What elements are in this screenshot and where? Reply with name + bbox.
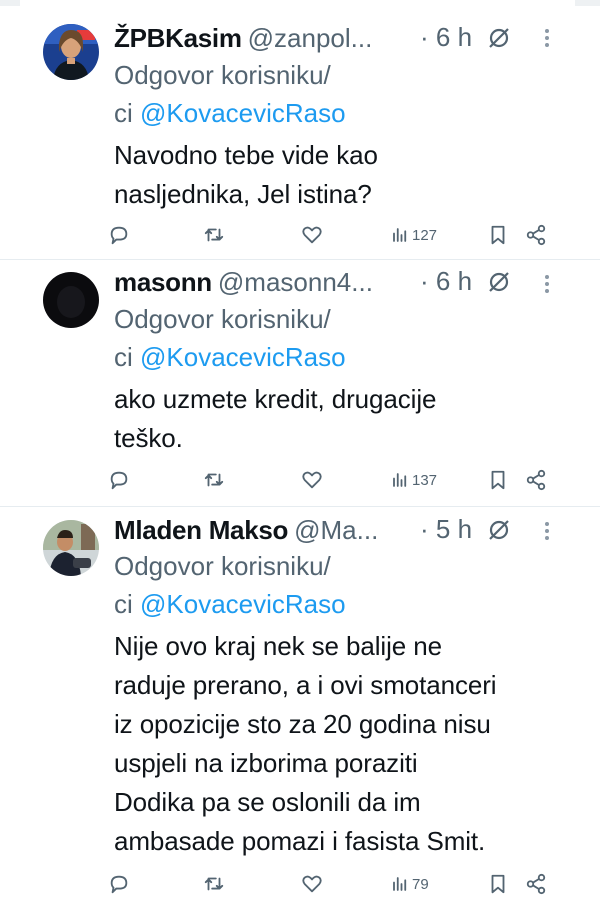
- tweet-3[interactable]: Mladen Makso @Ma... · 5 h Odgovor korisn…: [0, 507, 600, 900]
- bookmark-button[interactable]: [487, 869, 509, 899]
- share-button[interactable]: [525, 465, 547, 495]
- views-button[interactable]: 137: [391, 465, 437, 495]
- reply-ci: ci: [114, 589, 140, 619]
- username[interactable]: @Ma...: [294, 515, 378, 546]
- bookmark-icon: [491, 470, 505, 490]
- avatar-image: [43, 520, 99, 576]
- more-icon[interactable]: [537, 272, 557, 296]
- tweet-header: masonn @masonn4...: [114, 262, 414, 302]
- share-icon: [526, 469, 546, 491]
- avatar[interactable]: [43, 24, 99, 80]
- like-button[interactable]: [301, 465, 323, 495]
- tweet-text-line: uspjeli na izborima poraziti: [114, 748, 418, 778]
- like-icon: [302, 875, 322, 893]
- tweet-1[interactable]: ŽPBKasim @zanpol... · 6 h Odgovor korisn…: [0, 0, 600, 260]
- grok-icon[interactable]: [487, 26, 511, 50]
- retweet-button[interactable]: [203, 465, 225, 495]
- views-button[interactable]: 79: [391, 869, 429, 899]
- bookmark-button[interactable]: [487, 220, 509, 250]
- reply-button[interactable]: [108, 465, 130, 495]
- action-bar: 79: [108, 869, 558, 899]
- share-icon: [526, 224, 546, 246]
- views-icon: [393, 473, 407, 487]
- tweet-text: Nije ovo kraj nek se balije ne raduje pr…: [114, 627, 584, 861]
- bookmark-button[interactable]: [487, 465, 509, 495]
- reply-icon: [110, 226, 128, 245]
- share-button[interactable]: [525, 220, 547, 250]
- display-name[interactable]: ŽPBKasim: [114, 23, 242, 54]
- like-icon: [302, 226, 322, 244]
- more-icon[interactable]: [537, 519, 557, 543]
- tweet-2[interactable]: masonn @masonn4... · 6 h Odgovor korisni…: [0, 260, 600, 508]
- username[interactable]: @zanpol...: [248, 23, 373, 54]
- views-icon: [393, 228, 407, 242]
- reply-prefix: Odgovor korisniku/: [114, 551, 331, 581]
- avatar-image: [43, 272, 99, 328]
- timestamp[interactable]: · 6 h: [420, 266, 472, 297]
- retweet-button[interactable]: [203, 220, 225, 250]
- like-button[interactable]: [301, 869, 323, 899]
- reply-context: Odgovor korisniku/ ci @KovacevicRaso: [114, 547, 346, 623]
- tweet-text-line: teško.: [114, 423, 183, 453]
- display-name[interactable]: masonn: [114, 267, 212, 298]
- avatar[interactable]: [43, 520, 99, 576]
- tweet-text-line: raduje prerano, a i ovi smotanceri: [114, 670, 497, 700]
- tweet-text-line: ako uzmete kredit, drugacije: [114, 384, 437, 414]
- reply-context: Odgovor korisniku/ ci @KovacevicRaso: [114, 56, 346, 132]
- views-count: 137: [412, 471, 438, 489]
- reply-button[interactable]: [108, 220, 130, 250]
- share-icon: [526, 873, 546, 895]
- avatar[interactable]: [43, 272, 99, 328]
- views-button[interactable]: 127: [391, 220, 437, 250]
- tweet-text: Navodno tebe vide kao nasljednika, Jel i…: [114, 136, 574, 214]
- mention-link[interactable]: @KovacevicRaso: [140, 98, 346, 128]
- retweet-icon: [204, 877, 224, 891]
- retweet-button[interactable]: [203, 869, 225, 899]
- action-bar: 127: [108, 220, 558, 250]
- action-bar: 137: [108, 465, 558, 495]
- views-icon: [393, 877, 407, 891]
- tweet-text-line: Dodika pa se oslonili da im: [114, 787, 421, 817]
- mention-link[interactable]: @KovacevicRaso: [140, 589, 346, 619]
- retweet-icon: [204, 473, 224, 487]
- bookmark-icon: [491, 225, 505, 245]
- reply-ci: ci: [114, 342, 140, 372]
- more-icon[interactable]: [537, 26, 557, 50]
- reply-prefix: Odgovor korisniku/: [114, 304, 331, 334]
- username[interactable]: @masonn4...: [218, 267, 373, 298]
- reply-ci: ci: [114, 98, 140, 128]
- avatar-image: [43, 24, 99, 80]
- reply-icon: [110, 471, 128, 490]
- tweet-text: ako uzmete kredit, drugacije teško.: [114, 380, 574, 458]
- tweet-text-line: Navodno tebe vide kao: [114, 140, 378, 170]
- retweet-icon: [204, 228, 224, 242]
- tweet-text-line: ambasade pomazi i fasista Smit.: [114, 826, 486, 856]
- tweet-text-line: iz opozicije sto za 20 godina nisu: [114, 709, 491, 739]
- share-button[interactable]: [525, 869, 547, 899]
- like-button[interactable]: [301, 220, 323, 250]
- like-icon: [302, 471, 322, 489]
- reply-context: Odgovor korisniku/ ci @KovacevicRaso: [114, 300, 346, 376]
- bookmark-icon: [491, 874, 505, 894]
- tweet-header: Mladen Makso @Ma...: [114, 510, 414, 550]
- mention-link[interactable]: @KovacevicRaso: [140, 342, 346, 372]
- display-name[interactable]: Mladen Makso: [114, 515, 288, 546]
- reply-prefix: Odgovor korisniku/: [114, 60, 331, 90]
- grok-icon[interactable]: [487, 270, 511, 294]
- reply-icon: [110, 875, 128, 894]
- tweet-text-line: nasljednika, Jel istina?: [114, 179, 372, 209]
- views-count: 127: [412, 226, 438, 244]
- reply-button[interactable]: [108, 869, 130, 899]
- grok-icon[interactable]: [487, 518, 511, 542]
- timestamp[interactable]: · 6 h: [420, 22, 472, 53]
- views-count: 79: [412, 875, 429, 893]
- tweet-text-line: Nije ovo kraj nek se balije ne: [114, 631, 442, 661]
- timestamp[interactable]: · 5 h: [420, 514, 472, 545]
